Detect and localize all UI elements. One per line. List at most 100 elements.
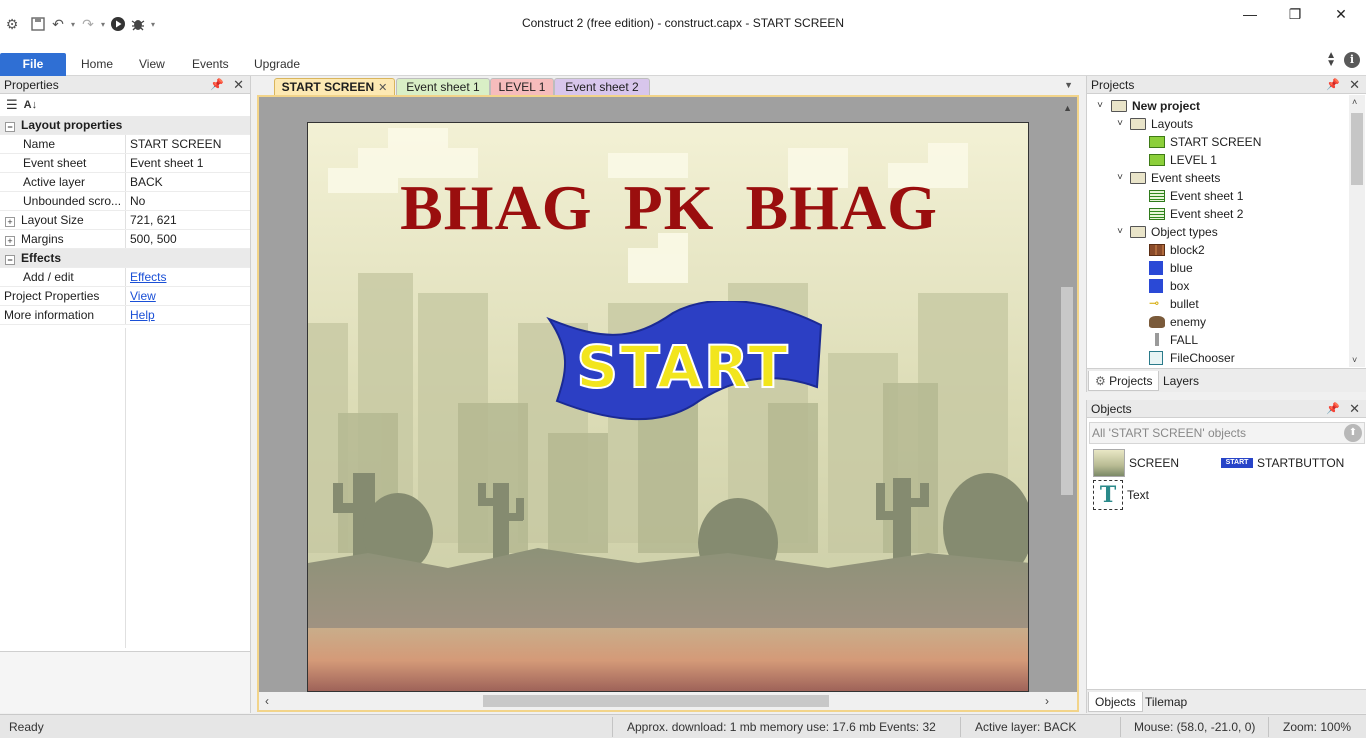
scroll-up-icon[interactable]: ▲	[1063, 103, 1072, 113]
prop-row-event-sheet[interactable]: Event sheet Event sheet 1	[0, 154, 250, 173]
tab-level-1[interactable]: LEVEL 1	[490, 78, 554, 96]
layout-view[interactable]: BHAG PK BHAG START ▲ ‹ ›	[257, 95, 1079, 712]
tree-label: enemy	[1170, 315, 1207, 329]
collapse-icon[interactable]: −	[5, 255, 15, 265]
game-title-text[interactable]: BHAG PK BHAG	[308, 171, 1028, 245]
tree-item-object-type[interactable]: FALL	[1087, 331, 1349, 349]
prop-row-more-information[interactable]: More information Help	[0, 306, 250, 325]
tab-event-sheet-1[interactable]: Event sheet 1	[396, 78, 490, 96]
tree-item-object-type[interactable]: blue	[1087, 259, 1349, 277]
expand-chevron-icon[interactable]: ˅	[1115, 223, 1125, 241]
tree-item-event-sheet[interactable]: Event sheet 2	[1087, 205, 1349, 223]
object-item-text[interactable]: T Text	[1093, 480, 1149, 510]
view-link[interactable]: View	[130, 289, 156, 303]
objects-bottom-tabs: Objects Tilemap	[1087, 689, 1366, 713]
scroll-right-icon[interactable]: ›	[1045, 694, 1049, 708]
prop-row-active-layer[interactable]: Active layer BACK	[0, 173, 250, 192]
tree-root[interactable]: ˅ New project	[1087, 97, 1349, 115]
sort-alpha-icon[interactable]: A↓	[24, 99, 37, 111]
prop-key: Event sheet	[0, 154, 126, 172]
objects-filter[interactable]: All 'START SCREEN' objects ⬆	[1089, 422, 1365, 444]
pin-icon[interactable]: 📌	[1326, 76, 1340, 94]
tab-view[interactable]: View	[139, 54, 165, 74]
close-panel-icon[interactable]: ✕	[233, 76, 244, 94]
expand-chevron-icon[interactable]: ˅	[1095, 97, 1105, 115]
tree-item-layout[interactable]: LEVEL 1	[1087, 151, 1349, 169]
close-panel-icon[interactable]: ✕	[1349, 400, 1360, 418]
scroll-left-icon[interactable]: ‹	[265, 694, 269, 708]
pin-icon[interactable]: 📌	[210, 76, 224, 94]
tabs-dropdown-icon[interactable]: ▼	[1064, 80, 1073, 90]
prop-row-margins[interactable]: + Margins 500, 500	[0, 230, 250, 249]
ribbon-collapse-icon[interactable]: ▲ ▼	[1326, 51, 1336, 69]
horizontal-scroll-thumb[interactable]	[483, 695, 829, 707]
categorized-view-icon[interactable]: ☰	[6, 97, 18, 113]
tab-home[interactable]: Home	[81, 54, 113, 74]
tab-event-sheet-2[interactable]: Event sheet 2	[554, 78, 650, 96]
collapse-icon[interactable]: −	[5, 122, 15, 132]
tree-event-sheets-folder[interactable]: ˅ Event sheets	[1087, 169, 1349, 187]
vertical-scrollbar[interactable]: ▲	[1061, 101, 1075, 693]
tab-projects[interactable]: ⚙ Projects	[1088, 371, 1160, 391]
prop-value[interactable]: No	[126, 192, 250, 210]
file-chooser-icon	[1149, 351, 1163, 365]
info-icon[interactable]: i	[1344, 52, 1360, 68]
start-button-sprite[interactable]: START	[543, 301, 823, 421]
properties-panel: Properties 📌 ✕ ☰ A↓ − Layout properties N…	[0, 76, 251, 713]
tree-item-object-type[interactable]: ⊸ bullet	[1087, 295, 1349, 313]
prop-value[interactable]: START SCREEN	[126, 135, 250, 153]
tab-tilemap[interactable]: Tilemap	[1139, 692, 1193, 712]
tree-scroll-thumb[interactable]	[1351, 113, 1363, 185]
prop-row-project-properties[interactable]: Project Properties View	[0, 287, 250, 306]
prop-row-layout-size[interactable]: + Layout Size 721, 621	[0, 211, 250, 230]
scroll-up-icon[interactable]: ˄	[1352, 97, 1357, 107]
tab-layers[interactable]: Layers	[1157, 371, 1205, 391]
prop-value[interactable]: BACK	[126, 173, 250, 191]
prop-row-unbounded-scrolling[interactable]: Unbounded scro... No	[0, 192, 250, 211]
section-effects[interactable]: − Effects	[0, 249, 250, 268]
close-button[interactable]: ✕	[1318, 6, 1364, 24]
close-tab-icon[interactable]: ✕	[378, 82, 387, 94]
tree-object-types-folder[interactable]: ˅ Object types	[1087, 223, 1349, 241]
scroll-down-icon[interactable]: ˅	[1352, 355, 1357, 365]
expand-chevron-icon[interactable]: ˅	[1115, 169, 1125, 187]
expand-icon[interactable]: +	[5, 236, 15, 246]
effects-link[interactable]: Effects	[130, 270, 166, 284]
expand-icon[interactable]: +	[5, 217, 15, 227]
expand-chevron-icon[interactable]: ˅	[1115, 115, 1125, 133]
tree-item-layout[interactable]: START SCREEN	[1087, 133, 1349, 151]
properties-description	[0, 651, 250, 713]
tree-item-object-type[interactable]: FileChooser	[1087, 349, 1349, 367]
prop-value[interactable]: Event sheet 1	[126, 154, 250, 172]
horizontal-scrollbar[interactable]: ‹ ›	[259, 692, 1077, 710]
tab-objects[interactable]: Objects	[1088, 692, 1143, 712]
tab-events[interactable]: Events	[192, 54, 229, 74]
tree-scrollbar[interactable]: ˄ ˅	[1349, 95, 1365, 367]
prop-value[interactable]: 500, 500	[126, 230, 250, 248]
folder-icon	[1130, 226, 1146, 238]
section-layout-properties[interactable]: − Layout properties	[0, 116, 250, 135]
tree-layouts-folder[interactable]: ˅ Layouts	[1087, 115, 1349, 133]
prop-value[interactable]: 721, 621	[126, 211, 250, 229]
tree-item-object-type[interactable]: enemy	[1087, 313, 1349, 331]
tree-item-object-type[interactable]: block2	[1087, 241, 1349, 259]
prop-row-effects[interactable]: Add / edit Effects	[0, 268, 250, 287]
object-item-screen[interactable]: SCREEN	[1093, 448, 1179, 478]
object-item-startbutton[interactable]: START STARTBUTTON	[1221, 448, 1344, 478]
prop-row-name[interactable]: Name START SCREEN	[0, 135, 250, 154]
vertical-scroll-thumb[interactable]	[1061, 287, 1073, 495]
tab-upgrade[interactable]: Upgrade	[254, 54, 300, 74]
screen-thumbnail	[1093, 449, 1125, 477]
tree-item-object-type[interactable]: box	[1087, 277, 1349, 295]
pin-icon[interactable]: 📌	[1326, 400, 1340, 418]
tab-start-screen[interactable]: START SCREEN ✕	[274, 78, 395, 96]
tree-label: START SCREEN	[1170, 135, 1262, 149]
close-panel-icon[interactable]: ✕	[1349, 76, 1360, 94]
layout-canvas[interactable]: BHAG PK BHAG START	[307, 122, 1029, 692]
restore-button[interactable]: ❐	[1272, 6, 1318, 24]
minimize-button[interactable]: —	[1227, 6, 1273, 24]
up-folder-icon[interactable]: ⬆	[1344, 424, 1362, 442]
tab-file[interactable]: File	[0, 53, 66, 76]
help-link[interactable]: Help	[130, 308, 155, 322]
tree-item-event-sheet[interactable]: Event sheet 1	[1087, 187, 1349, 205]
